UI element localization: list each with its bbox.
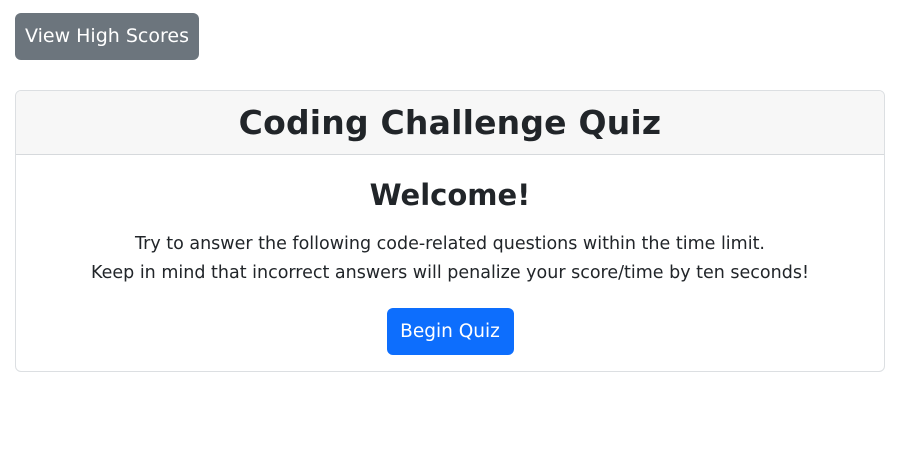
welcome-heading: Welcome! — [369, 178, 531, 212]
instructions-line: Try to answer the following code-related… — [135, 234, 765, 254]
quiz-card: Coding Challenge Quiz Welcome! Try to an… — [15, 90, 885, 372]
instructions-text: Try to answer the following code-related… — [16, 230, 884, 288]
instructions-line: Keep in mind that incorrect answers will… — [91, 263, 809, 283]
view-high-scores-button[interactable]: View High Scores — [15, 13, 199, 60]
card-body: Welcome! Try to answer the following cod… — [16, 155, 884, 355]
page-title: Coding Challenge Quiz — [238, 103, 662, 142]
begin-quiz-button[interactable]: Begin Quiz — [386, 308, 514, 355]
card-header: Coding Challenge Quiz — [16, 91, 884, 155]
